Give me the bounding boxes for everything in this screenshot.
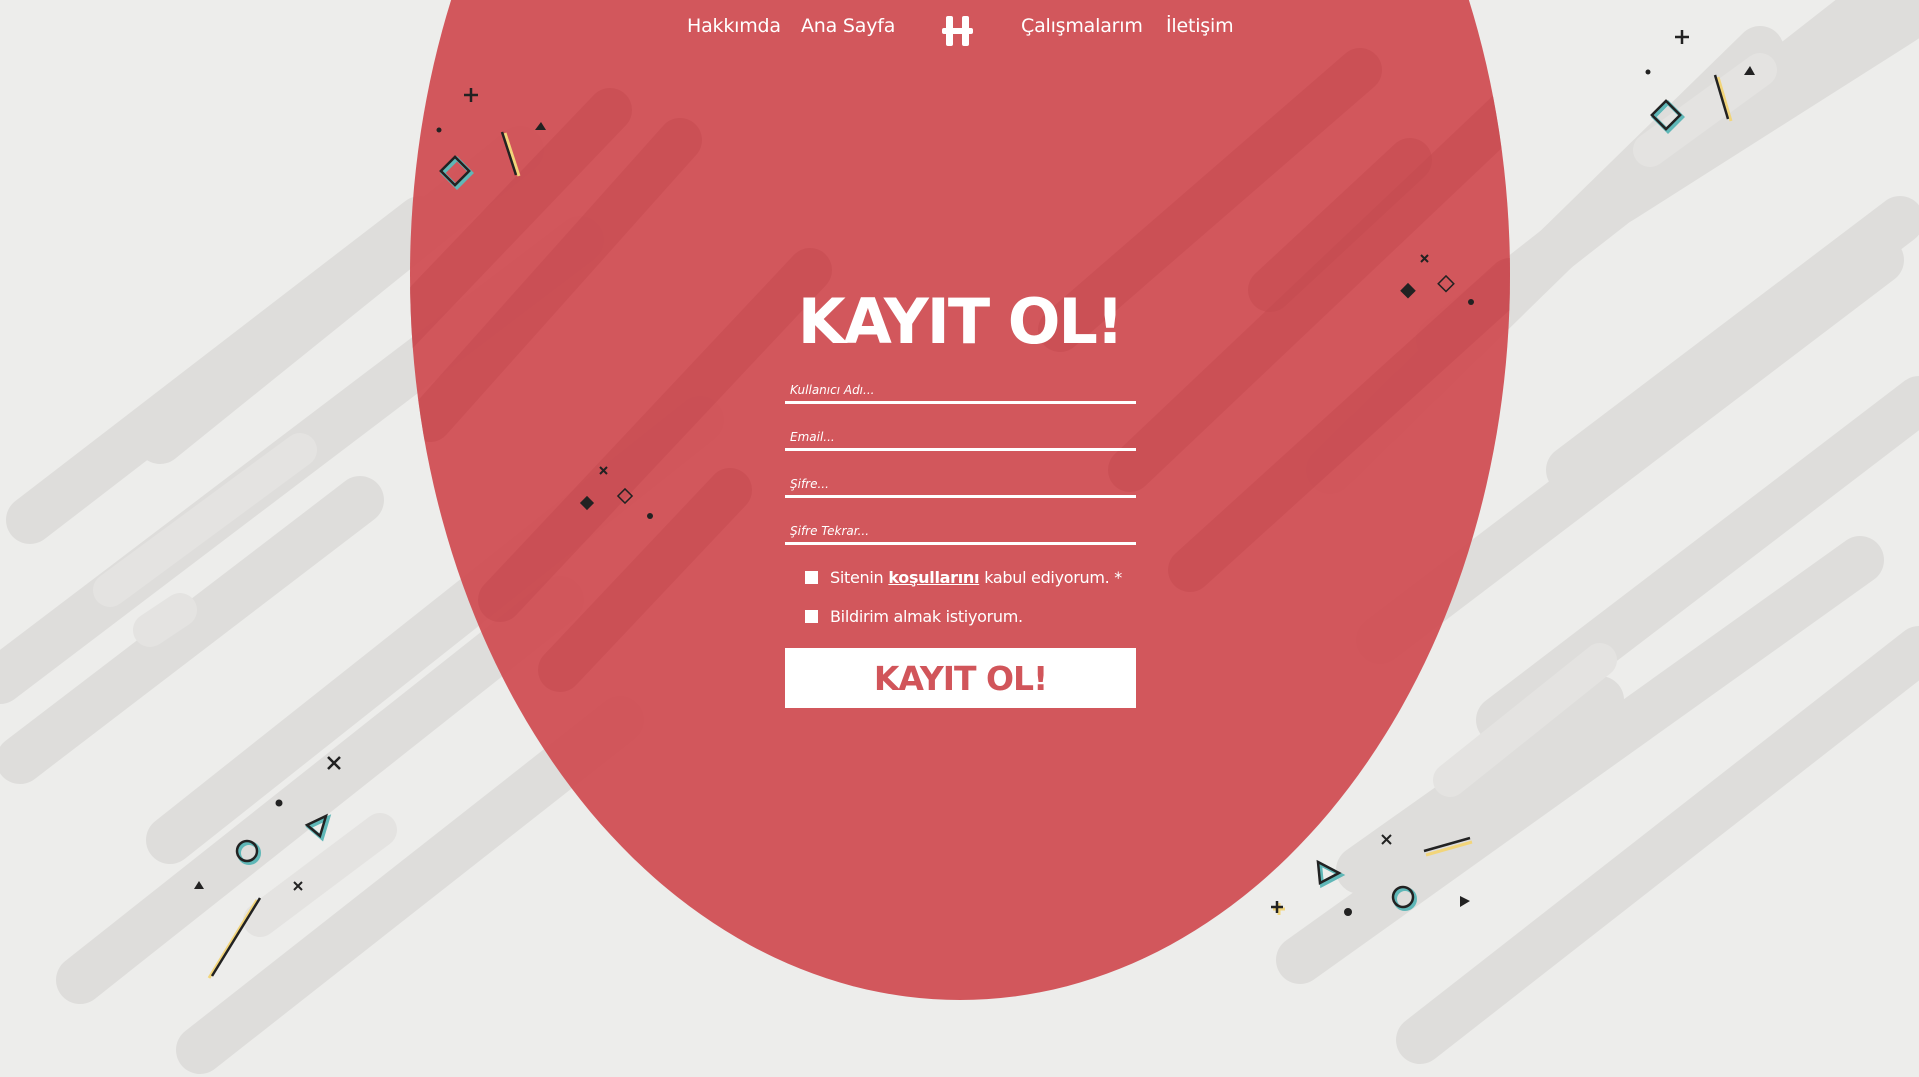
terms-suffix-text: kabul ediyorum. *: [984, 567, 1122, 587]
terms-prefix-text: Sitenin: [830, 567, 884, 587]
email-input[interactable]: [785, 425, 1136, 451]
page-title: KAYIT OL!: [797, 285, 1124, 358]
password-repeat-input[interactable]: [785, 519, 1136, 545]
username-input[interactable]: [785, 378, 1136, 404]
notify-label: Bildirim almak istiyorum.: [830, 606, 1023, 626]
terms-checkbox[interactable]: [805, 570, 818, 584]
h-monogram-icon: [942, 16, 973, 46]
nav-link-about[interactable]: Hakkımda: [687, 12, 781, 40]
notify-checkbox[interactable]: [805, 609, 818, 623]
password-input[interactable]: [785, 472, 1136, 498]
terms-link[interactable]: koşullarını: [888, 568, 979, 587]
logo-link[interactable]: [940, 14, 976, 50]
notify-row: Bildirim almak istiyorum.: [805, 605, 1023, 627]
nav-link-contact[interactable]: İletişim: [1166, 12, 1234, 40]
nav-link-home[interactable]: Ana Sayfa: [801, 12, 895, 40]
register-submit-button[interactable]: KAYIT OL!: [785, 648, 1136, 708]
terms-row: Sitenin koşullarını kabul ediyorum. *: [805, 566, 1122, 588]
top-nav: Hakkımda Ana Sayfa Çalışmalarım İletişim: [0, 12, 1919, 46]
nav-link-works[interactable]: Çalışmalarım: [1021, 12, 1143, 40]
